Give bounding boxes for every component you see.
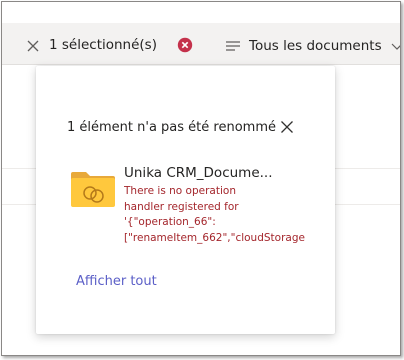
view-selector-label: Tous les documents: [249, 38, 382, 54]
item-name: Unika CRM_Docume...: [124, 165, 273, 181]
dismiss-icon[interactable]: [279, 119, 295, 135]
clear-selection-icon[interactable]: [177, 37, 193, 53]
view-list-icon: [226, 41, 240, 51]
error-message: There is no operation handler registered…: [124, 184, 305, 246]
callout-title: 1 élément n'a pas été renommé: [67, 120, 276, 135]
close-icon[interactable]: [23, 36, 43, 56]
rename-error-callout: 1 élément n'a pas été renommé Unika CRM_…: [36, 66, 335, 334]
view-selector[interactable]: Tous les documents: [224, 35, 400, 57]
error-line: There is no operation: [124, 185, 236, 197]
error-line: handler registered for: [124, 200, 239, 213]
selection-count-label: 1 sélectionné(s): [49, 37, 157, 53]
error-line: ["renameItem_662","cloudStorage: [124, 231, 305, 244]
error-line: '{"operation_66":: [124, 216, 216, 228]
chevron-down-icon: [391, 43, 400, 50]
top-band: [2, 2, 400, 23]
shared-folder-icon: [71, 172, 115, 207]
show-all-link[interactable]: Afficher tout: [76, 274, 157, 289]
window-frame: 1 sélectionné(s) Tous les documents 1 él…: [1, 1, 401, 356]
